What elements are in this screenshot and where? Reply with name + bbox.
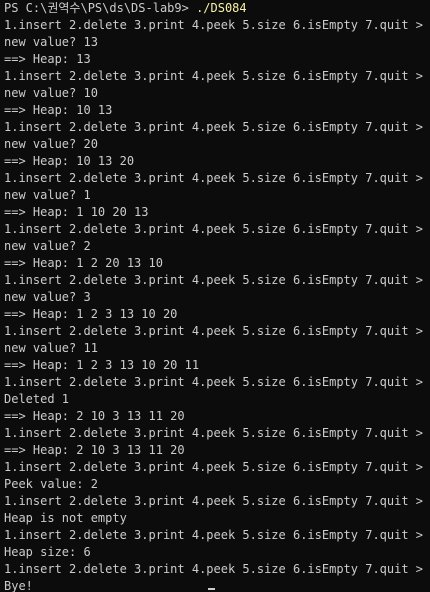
terminal-output-line: Bye! <box>4 579 33 592</box>
terminal-output-line: ==> Heap: 1 2 20 13 10 <box>4 256 163 270</box>
terminal-output-line: new value? 13 <box>4 35 98 49</box>
terminal-output-line: new value? 20 <box>4 137 98 151</box>
terminal-output-line: ==> Heap: 1 2 3 13 10 20 11 <box>4 358 200 372</box>
terminal-output-line: 1.insert 2.delete 3.print 4.peek 5.size … <box>4 562 430 576</box>
terminal-output-line: 1.insert 2.delete 3.print 4.peek 5.size … <box>4 222 430 236</box>
terminal-output-line: 1.insert 2.delete 3.print 4.peek 5.size … <box>4 528 430 542</box>
terminal-output-line: 1.insert 2.delete 3.print 4.peek 5.size … <box>4 494 430 508</box>
terminal-output-line: 1.insert 2.delete 3.print 4.peek 5.size … <box>4 120 430 134</box>
terminal-output-line: ==> Heap: 10 13 <box>4 103 113 117</box>
terminal-output: 1.insert 2.delete 3.print 4.peek 5.size … <box>4 17 430 592</box>
terminal-output-line: 1.insert 2.delete 3.print 4.peek 5.size … <box>4 460 430 474</box>
prompt-command: ./DS084 <box>196 1 247 15</box>
terminal-output-line: ==> Heap: 10 13 20 <box>4 154 135 168</box>
terminal-output-line: new value? 1 <box>4 188 91 202</box>
terminal-output-line: ==> Heap: 2 10 3 13 11 20 <box>4 409 185 423</box>
terminal-output-line: new value? 3 <box>4 290 91 304</box>
prompt-path: PS C:\권역수\PS\ds\DS-lab9> <box>4 1 197 15</box>
text-cursor <box>208 588 215 590</box>
terminal-output-line: Heap is not empty <box>4 511 127 525</box>
terminal-output-line: ==> Heap: 13 <box>4 52 91 66</box>
terminal-output-line: new value? 11 <box>4 341 98 355</box>
prompt-line: PS C:\권역수\PS\ds\DS-lab9> ./DS084 <box>4 0 430 17</box>
terminal-output-line: 1.insert 2.delete 3.print 4.peek 5.size … <box>4 18 430 32</box>
terminal-window[interactable]: PS C:\권역수\PS\ds\DS-lab9> ./DS084 1.inser… <box>0 0 430 592</box>
terminal-output-line: 1.insert 2.delete 3.print 4.peek 5.size … <box>4 375 430 389</box>
terminal-output-line: 1.insert 2.delete 3.print 4.peek 5.size … <box>4 426 430 440</box>
terminal-output-line: Deleted 1 <box>4 392 70 406</box>
terminal-output-line: ==> Heap: 2 10 3 13 11 20 <box>4 443 185 457</box>
terminal-output-line: 1.insert 2.delete 3.print 4.peek 5.size … <box>4 324 430 338</box>
terminal-output-line: 1.insert 2.delete 3.print 4.peek 5.size … <box>4 273 430 287</box>
terminal-output-line: ==> Heap: 1 10 20 13 <box>4 205 149 219</box>
terminal-output-line: new value? 2 <box>4 239 91 253</box>
terminal-output-line: Heap size: 6 <box>4 545 91 559</box>
terminal-output-line: ==> Heap: 1 2 3 13 10 20 <box>4 307 178 321</box>
terminal-output-line: 1.insert 2.delete 3.print 4.peek 5.size … <box>4 69 430 83</box>
terminal-output-line: new value? 10 <box>4 86 98 100</box>
terminal-output-line: 1.insert 2.delete 3.print 4.peek 5.size … <box>4 171 430 185</box>
terminal-output-line: Peek value: 2 <box>4 477 98 491</box>
